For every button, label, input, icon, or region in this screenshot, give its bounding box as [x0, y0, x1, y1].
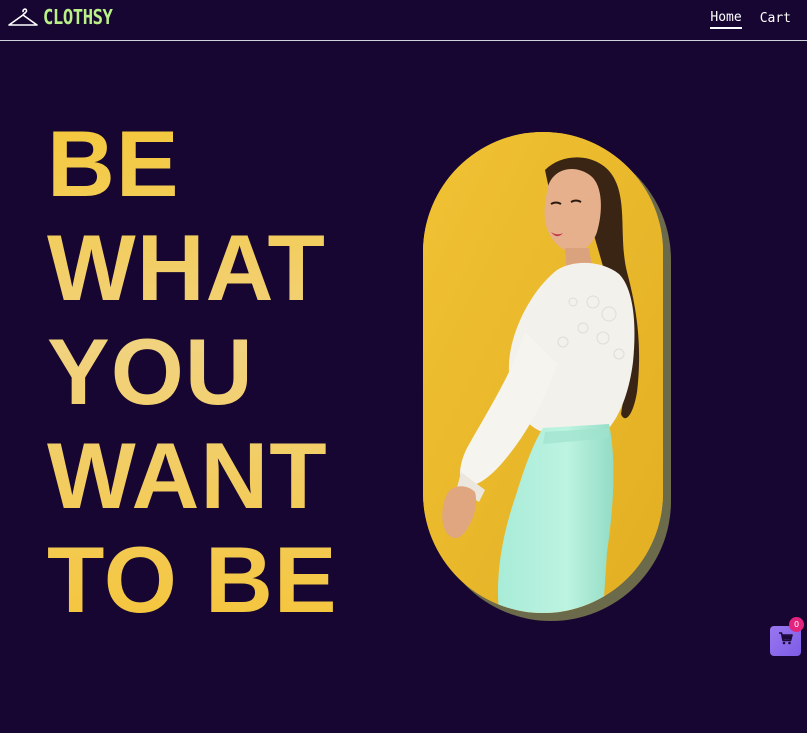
headline-line: WANT — [47, 423, 328, 528]
hero-headline: BE WHAT YOU WANT TO BE — [47, 112, 338, 632]
top-navbar: CLOTHSY Home Cart — [0, 0, 807, 41]
brand-logo[interactable]: CLOTHSY — [6, 5, 124, 29]
headline-line: WHAT — [47, 215, 326, 320]
main-nav: Home Cart — [710, 10, 791, 29]
headline-line: YOU — [47, 319, 254, 424]
shopping-cart-icon — [778, 632, 793, 650]
hero-image-frame — [423, 132, 671, 621]
nav-link-cart[interactable]: Cart — [760, 11, 791, 28]
hanger-icon — [6, 6, 40, 28]
hero-model-image — [423, 132, 663, 613]
brand-name: CLOTHSY — [43, 5, 113, 29]
headline-line: TO BE — [47, 527, 338, 632]
headline-line: BE — [47, 111, 180, 216]
cart-count-badge: 0 — [789, 617, 804, 632]
nav-link-home[interactable]: Home — [710, 10, 742, 29]
